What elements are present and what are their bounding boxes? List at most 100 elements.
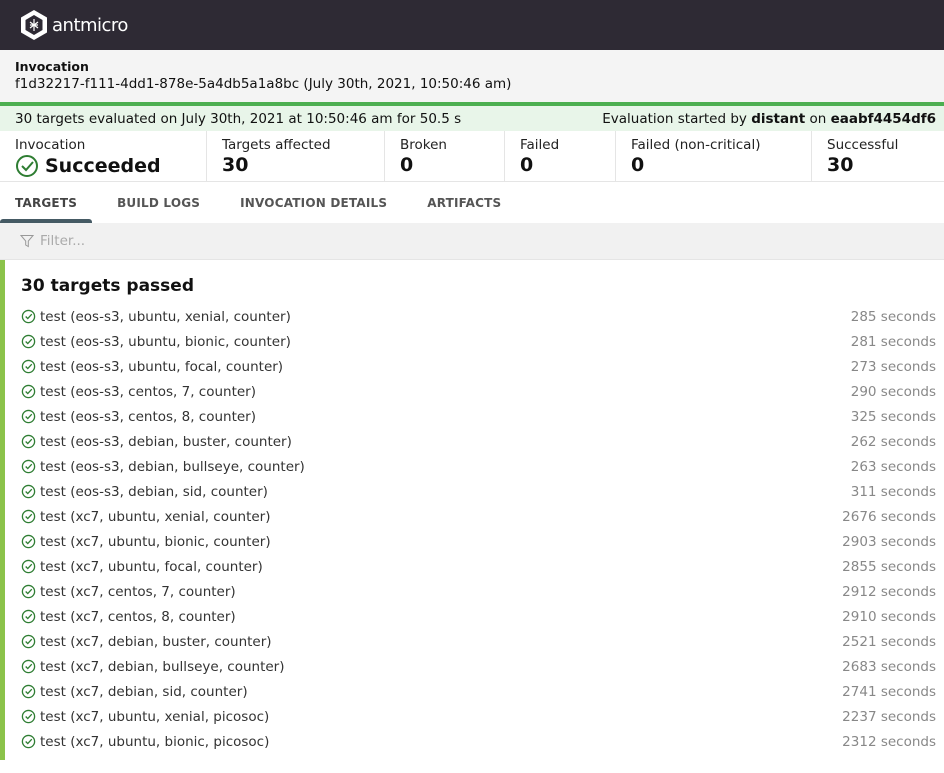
target-row[interactable]: test (xc7, ubuntu, xenial, counter) 2676 … (21, 504, 936, 529)
target-row[interactable]: test (xc7, centos, 8, counter) 2910 secon… (21, 604, 936, 629)
check-circle-icon (21, 734, 36, 749)
stat-broken: Broken 0 (385, 131, 505, 181)
check-circle-icon (21, 609, 36, 624)
targets-title: 30 targets passed (21, 276, 194, 296)
target-row[interactable]: test (xc7, ubuntu, focal, counter) 2855 s… (21, 554, 936, 579)
invocation-status: Succeeded (45, 155, 161, 177)
check-circle-icon (21, 384, 36, 399)
tab-targets[interactable]: TARGETS (0, 182, 93, 223)
tab-artifacts[interactable]: ARTIFACTS (412, 182, 516, 223)
brand-name: antmicro (52, 14, 128, 36)
target-duration: 285 seconds (850, 308, 936, 325)
target-name[interactable]: test (xc7, ubuntu, focal, counter) (40, 559, 263, 575)
target-duration: 311 seconds (850, 483, 936, 500)
target-duration: 2910 seconds (842, 608, 936, 625)
check-circle-icon (21, 484, 36, 499)
target-info: test (xc7, debian, bullseye, counter) (21, 659, 285, 675)
target-info: test (eos-s3, centos, 8, counter) (21, 409, 256, 425)
stat-label: Broken (400, 137, 447, 153)
target-info: test (eos-s3, ubuntu, bionic, counter) (21, 334, 291, 350)
target-info: test (xc7, debian, buster, counter) (21, 634, 272, 650)
target-name[interactable]: test (xc7, debian, sid, counter) (40, 684, 248, 700)
started-host: eaabf4454df6 (830, 110, 936, 127)
check-circle-icon (21, 534, 36, 549)
filter-input[interactable] (40, 233, 440, 249)
stat-value: 0 (631, 154, 645, 176)
target-row[interactable]: test (eos-s3, ubuntu, bionic, counter) 28… (21, 329, 936, 354)
target-row[interactable]: test (xc7, debian, sid, counter) 2741 sec… (21, 679, 936, 704)
target-row[interactable]: test (eos-s3, ubuntu, focal, counter) 273… (21, 354, 936, 379)
target-name[interactable]: test (eos-s3, debian, buster, counter) (40, 434, 292, 450)
stat-successful: Successful 30 (812, 131, 944, 181)
target-name[interactable]: test (xc7, ubuntu, bionic, counter) (40, 534, 271, 550)
target-name[interactable]: test (eos-s3, ubuntu, xenial, counter) (40, 309, 291, 325)
stat-failed: Failed 0 (505, 131, 616, 181)
target-name[interactable]: test (eos-s3, centos, 7, counter) (40, 384, 256, 400)
target-duration: 273 seconds (850, 358, 936, 375)
check-circle-icon (21, 559, 36, 574)
tab-invocation-details[interactable]: INVOCATION DETAILS (225, 182, 402, 223)
target-name[interactable]: test (eos-s3, ubuntu, bionic, counter) (40, 334, 291, 350)
target-info: test (xc7, debian, sid, counter) (21, 684, 248, 700)
target-name[interactable]: test (xc7, centos, 8, counter) (40, 609, 236, 625)
target-name[interactable]: test (eos-s3, debian, sid, counter) (40, 484, 268, 500)
target-row[interactable]: test (eos-s3, ubuntu, xenial, counter) 28… (21, 304, 936, 329)
target-row[interactable]: test (eos-s3, centos, 8, counter) 325 sec… (21, 404, 936, 429)
check-circle-icon (21, 584, 36, 599)
target-name[interactable]: test (xc7, centos, 7, counter) (40, 584, 236, 600)
started-prefix: Evaluation started by (602, 110, 752, 127)
stat-targets-affected: Targets affected 30 (207, 131, 385, 181)
target-name[interactable]: test (eos-s3, debian, bullseye, counter) (40, 459, 305, 475)
target-row[interactable]: test (eos-s3, debian, sid, counter) 311 s… (21, 479, 936, 504)
target-row[interactable]: test (eos-s3, centos, 7, counter) 290 sec… (21, 379, 936, 404)
target-name[interactable]: test (xc7, ubuntu, bionic, picosoc) (40, 734, 269, 750)
stat-value: 0 (400, 154, 414, 176)
target-info: test (xc7, centos, 8, counter) (21, 609, 236, 625)
target-duration: 281 seconds (850, 333, 936, 350)
check-circle-icon (21, 434, 36, 449)
started-user: distant (751, 110, 806, 127)
target-row[interactable]: test (xc7, debian, bullseye, counter) 268… (21, 654, 936, 679)
target-duration: 2312 seconds (842, 733, 936, 750)
on-text: on (805, 110, 831, 127)
target-row[interactable]: test (xc7, ubuntu, bionic, picosoc) 2312 … (21, 729, 936, 754)
invocation-id: f1d32217-f111-4dd1-878e-5a4db5a1a8bc (Ju… (15, 76, 512, 92)
invocation-header: Invocation f1d32217-f111-4dd1-878e-5a4db… (0, 50, 944, 102)
target-name[interactable]: test (xc7, debian, bullseye, counter) (40, 659, 285, 675)
target-name[interactable]: test (eos-s3, centos, 8, counter) (40, 409, 256, 425)
tab-bar: TARGETS BUILD LOGS INVOCATION DETAILS AR… (0, 182, 944, 223)
check-circle-icon (21, 459, 36, 474)
target-duration: 262 seconds (850, 433, 936, 450)
antmicro-logo-icon (21, 10, 47, 40)
tab-build-logs[interactable]: BUILD LOGS (102, 182, 215, 223)
check-circle-icon (21, 509, 36, 524)
stats-row: Invocation Succeeded Targets affected 30… (0, 131, 944, 182)
target-row[interactable]: test (eos-s3, debian, bullseye, counter)… (21, 454, 936, 479)
check-circle-icon (21, 309, 36, 324)
target-info: test (eos-s3, centos, 7, counter) (21, 384, 256, 400)
stat-label: Failed (520, 137, 560, 153)
stat-label: Invocation (15, 137, 86, 153)
target-duration: 2903 seconds (842, 533, 936, 550)
check-circle-icon (21, 359, 36, 374)
stat-value: 0 (520, 154, 534, 176)
target-duration: 2855 seconds (842, 558, 936, 575)
target-name[interactable]: test (xc7, ubuntu, xenial, counter) (40, 509, 271, 525)
target-duration: 2676 seconds (842, 508, 936, 525)
brand-logo[interactable]: antmicro (20, 9, 128, 41)
target-row[interactable]: test (xc7, ubuntu, bionic, counter) 2903 … (21, 529, 936, 554)
target-name[interactable]: test (xc7, debian, buster, counter) (40, 634, 272, 650)
filter-funnel-icon (20, 235, 34, 248)
target-duration: 2912 seconds (842, 583, 936, 600)
target-row[interactable]: test (xc7, centos, 7, counter) 2912 secon… (21, 579, 936, 604)
target-name[interactable]: test (eos-s3, ubuntu, focal, counter) (40, 359, 283, 375)
target-duration: 290 seconds (850, 383, 936, 400)
stat-invocation: Invocation Succeeded (0, 131, 207, 181)
filter-bar (0, 223, 944, 260)
target-info: test (eos-s3, debian, bullseye, counter) (21, 459, 305, 475)
target-row[interactable]: test (xc7, ubuntu, xenial, picosoc) 2237 … (21, 704, 936, 729)
target-name[interactable]: test (xc7, ubuntu, xenial, picosoc) (40, 709, 269, 725)
target-duration: 2741 seconds (842, 683, 936, 700)
target-row[interactable]: test (xc7, debian, buster, counter) 2521 … (21, 629, 936, 654)
target-row[interactable]: test (eos-s3, debian, buster, counter) 26… (21, 429, 936, 454)
